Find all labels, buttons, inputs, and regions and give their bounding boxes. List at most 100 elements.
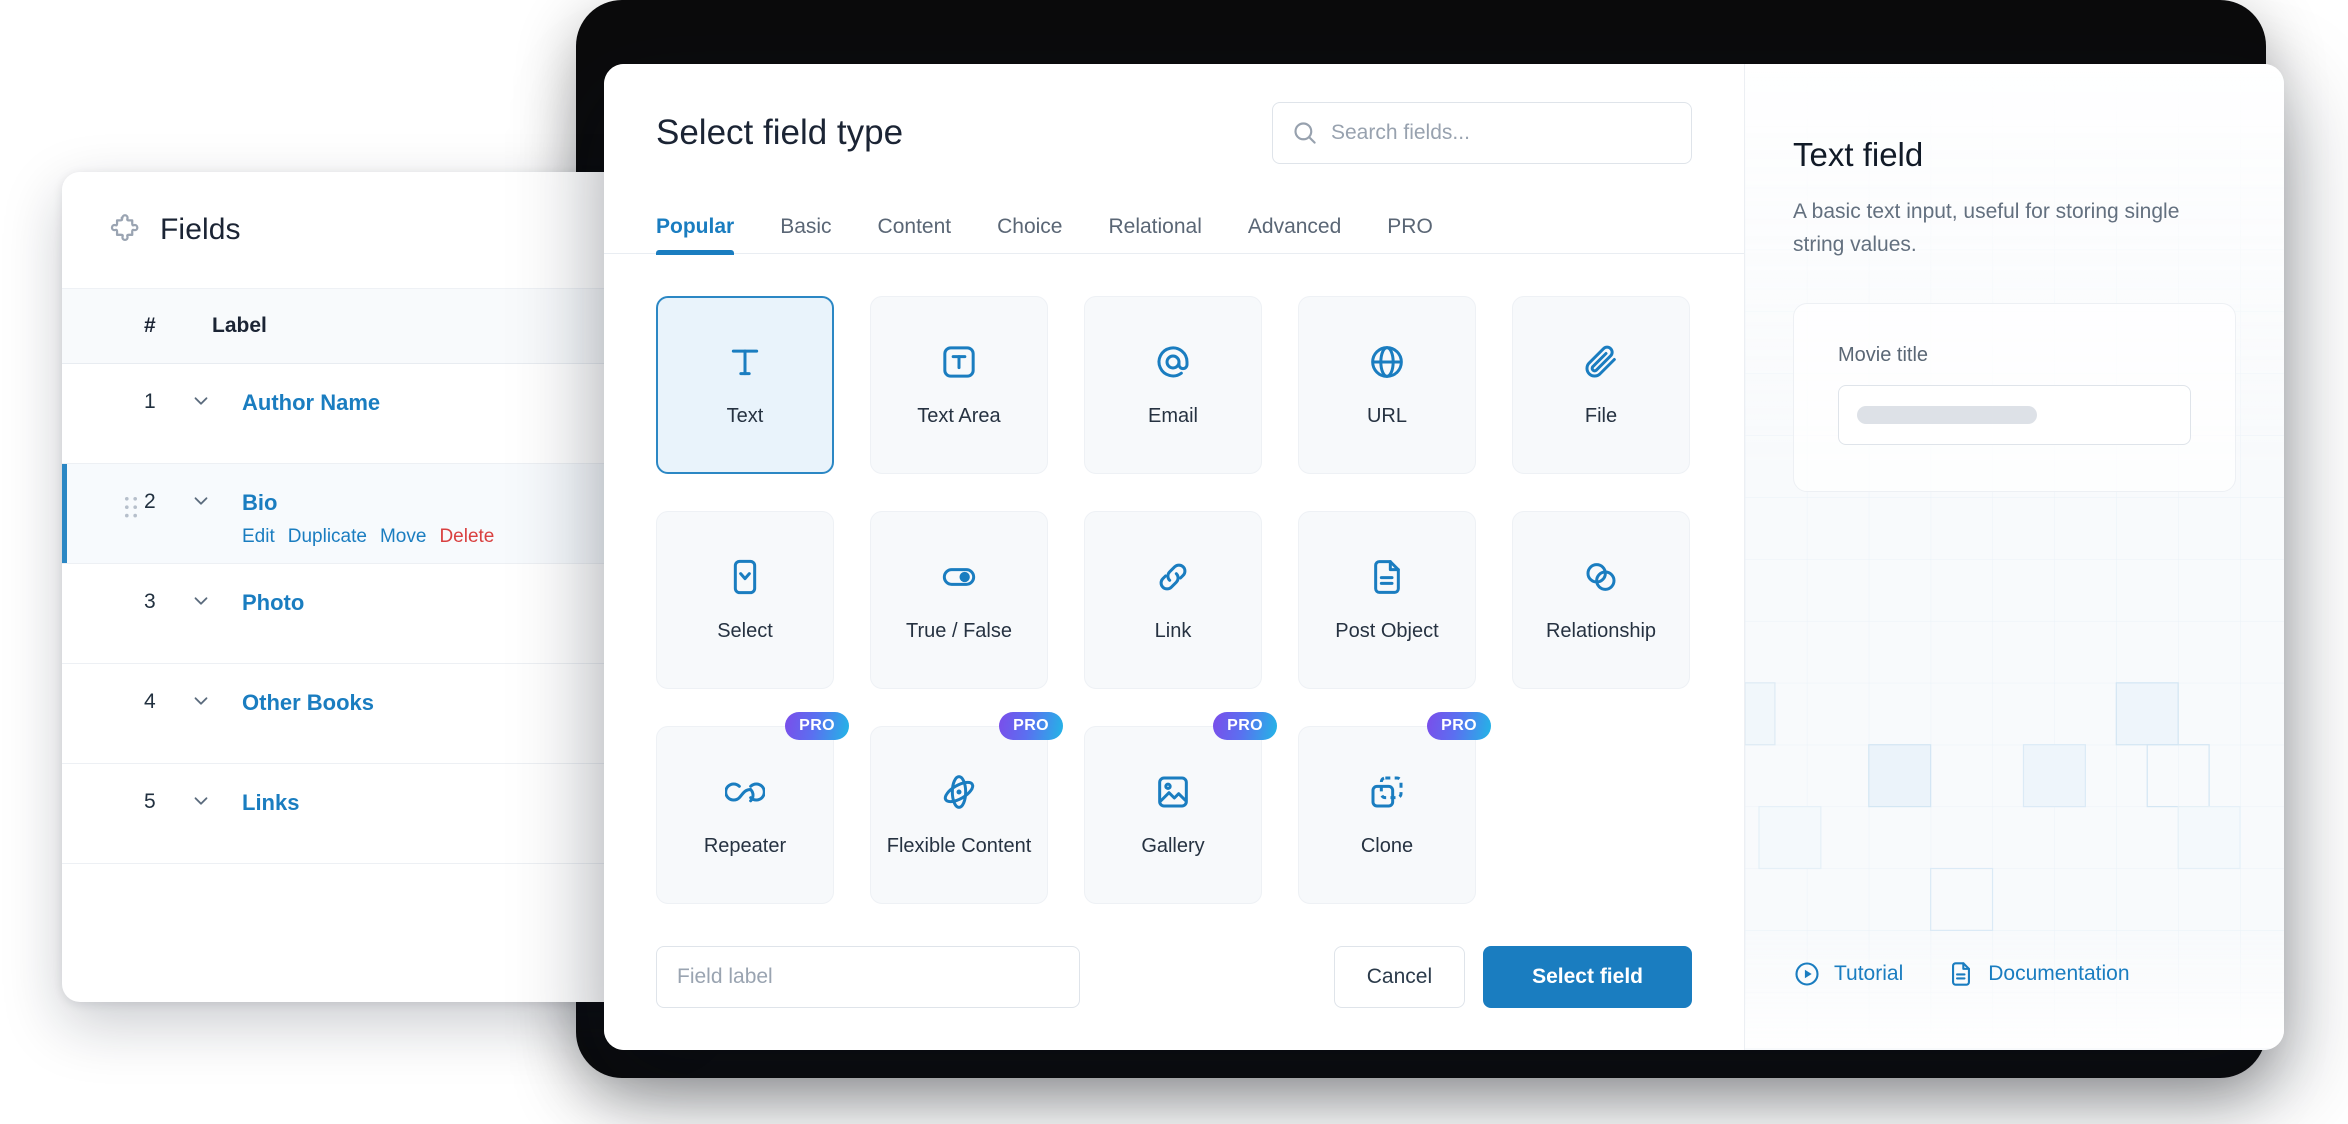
- chevron-down-icon[interactable]: [174, 390, 228, 412]
- preview-text-input[interactable]: [1838, 385, 2191, 446]
- fields-table-body: 1 Author Name 2 Bio Edit Duplicate Move …: [62, 364, 682, 864]
- row-content: Other Books: [228, 690, 374, 716]
- field-type-card-clone[interactable]: PRO Clone: [1298, 712, 1491, 905]
- card-label: Clone: [1360, 835, 1414, 858]
- email-icon: [1153, 342, 1193, 382]
- globe-icon: [1367, 342, 1407, 382]
- table-row[interactable]: 4 Other Books: [62, 664, 682, 764]
- tab-relational[interactable]: Relational: [1108, 215, 1201, 253]
- field-label-link[interactable]: Author Name: [242, 390, 380, 415]
- field-label-link[interactable]: Photo: [242, 590, 304, 615]
- field-type-card-url[interactable]: URL: [1298, 296, 1476, 475]
- field-label-input[interactable]: [656, 946, 1080, 1009]
- row-number: 5: [144, 790, 156, 813]
- row-number: 3: [144, 590, 156, 613]
- puzzle-icon: [108, 213, 142, 247]
- card-label: URL: [1366, 405, 1407, 428]
- pro-badge: PRO: [785, 712, 849, 741]
- relationship-icon: [1581, 557, 1621, 597]
- image-icon: [1153, 772, 1193, 812]
- drag-handle-icon[interactable]: [124, 496, 138, 518]
- search-field-container[interactable]: [1272, 101, 1692, 164]
- fields-table-header: # Label: [62, 288, 682, 364]
- card-label: Flexible Content: [886, 835, 1032, 858]
- tab-pro[interactable]: PRO: [1387, 215, 1433, 253]
- card-label: Gallery: [1141, 835, 1205, 858]
- field-type-card-email[interactable]: Email: [1084, 296, 1262, 475]
- play-circle-icon: [1795, 962, 1819, 986]
- table-row[interactable]: 2 Bio Edit Duplicate Move Delete: [62, 464, 682, 564]
- field-type-card-gallery[interactable]: PRO Gallery: [1084, 712, 1277, 905]
- delete-link[interactable]: Delete: [439, 526, 494, 548]
- atom-icon: [939, 772, 979, 812]
- move-link[interactable]: Move: [380, 526, 426, 548]
- screenshot-root: Fields # Label 1 Author Name 2 Bio Edit …: [0, 0, 2348, 1124]
- card-label: Text Area: [917, 405, 1001, 428]
- field-type-card-link[interactable]: Link: [1084, 511, 1262, 690]
- field-label-link[interactable]: Bio: [242, 490, 277, 515]
- pro-badge: PRO: [1427, 712, 1491, 741]
- row-action-links: Edit Duplicate Move Delete: [242, 526, 494, 548]
- table-row[interactable]: 5 Links: [62, 764, 682, 864]
- text-area-icon: [939, 342, 979, 382]
- row-content: Bio Edit Duplicate Move Delete: [228, 490, 494, 548]
- field-type-card-file[interactable]: File: [1512, 296, 1690, 475]
- footer-buttons: Cancel Select field: [1333, 946, 1692, 1009]
- tab-choice[interactable]: Choice: [997, 215, 1062, 253]
- search-input[interactable]: [1273, 120, 1691, 145]
- row-content: Author Name: [228, 390, 380, 416]
- table-row[interactable]: 1 Author Name: [62, 364, 682, 464]
- chevron-down-icon[interactable]: [174, 490, 228, 512]
- fields-panel: Fields # Label 1 Author Name 2 Bio Edit …: [62, 172, 682, 1002]
- fields-panel-header: Fields: [62, 172, 682, 288]
- text-icon: [725, 342, 765, 382]
- field-type-card-relationship[interactable]: Relationship: [1512, 511, 1690, 690]
- preview-field-label: Movie title: [1838, 344, 1929, 367]
- tab-advanced[interactable]: Advanced: [1248, 215, 1341, 253]
- select-field-button[interactable]: Select field: [1483, 946, 1692, 1009]
- duplicate-link[interactable]: Duplicate: [288, 526, 367, 548]
- tutorial-link-label: Tutorial: [1834, 962, 1904, 985]
- tab-content[interactable]: Content: [878, 215, 952, 253]
- field-type-card-flexible-content[interactable]: PRO Flexible Content: [870, 712, 1063, 905]
- sidebar-title: Text field: [1793, 136, 1924, 173]
- chevron-down-icon[interactable]: [174, 790, 228, 812]
- field-info-sidebar: Text field A basic text input, useful fo…: [1744, 64, 2284, 1050]
- pro-badge: PRO: [999, 712, 1063, 741]
- chevron-down-icon[interactable]: [174, 590, 228, 612]
- cancel-button[interactable]: Cancel: [1333, 946, 1466, 1009]
- field-type-card-post-object[interactable]: Post Object: [1298, 511, 1476, 690]
- field-type-card-text-area[interactable]: Text Area: [870, 296, 1048, 475]
- field-preview-card: Movie title: [1793, 303, 2236, 493]
- card-label: Select: [717, 620, 773, 643]
- document-icon: [1367, 557, 1407, 597]
- link-icon: [1153, 557, 1193, 597]
- modal-footer: Cancel Select field: [604, 904, 1744, 1050]
- toggle-icon: [939, 557, 979, 597]
- field-type-card-true-false[interactable]: True / False: [870, 511, 1048, 690]
- field-type-tabs: Popular Basic Content Choice Relational …: [604, 202, 1744, 256]
- documentation-link[interactable]: Documentation: [1947, 960, 2130, 988]
- field-label-link[interactable]: Other Books: [242, 690, 374, 715]
- card-label: Email: [1147, 405, 1198, 428]
- field-type-card-select[interactable]: Select: [656, 511, 834, 690]
- column-header-number: #: [144, 314, 156, 337]
- row-content: Links: [228, 790, 299, 816]
- tutorial-link[interactable]: Tutorial: [1793, 960, 1903, 988]
- pro-badge: PRO: [1213, 712, 1277, 741]
- field-label-link[interactable]: Links: [242, 790, 299, 815]
- select-icon: [725, 557, 765, 597]
- chevron-down-icon[interactable]: [174, 690, 228, 712]
- field-type-card-repeater[interactable]: PRO Repeater: [656, 712, 849, 905]
- row-number: 2: [144, 490, 156, 513]
- card-label: Link: [1154, 620, 1192, 643]
- column-header-label: Label: [212, 314, 267, 337]
- row-number: 4: [144, 690, 156, 713]
- tab-basic[interactable]: Basic: [780, 215, 831, 253]
- field-type-card-text[interactable]: Text: [656, 296, 834, 475]
- edit-link[interactable]: Edit: [242, 526, 275, 548]
- document-icon: [1952, 962, 1971, 986]
- table-row[interactable]: 3 Photo: [62, 564, 682, 664]
- tab-popular[interactable]: Popular: [656, 215, 735, 256]
- preview-placeholder-bar: [1857, 406, 2037, 425]
